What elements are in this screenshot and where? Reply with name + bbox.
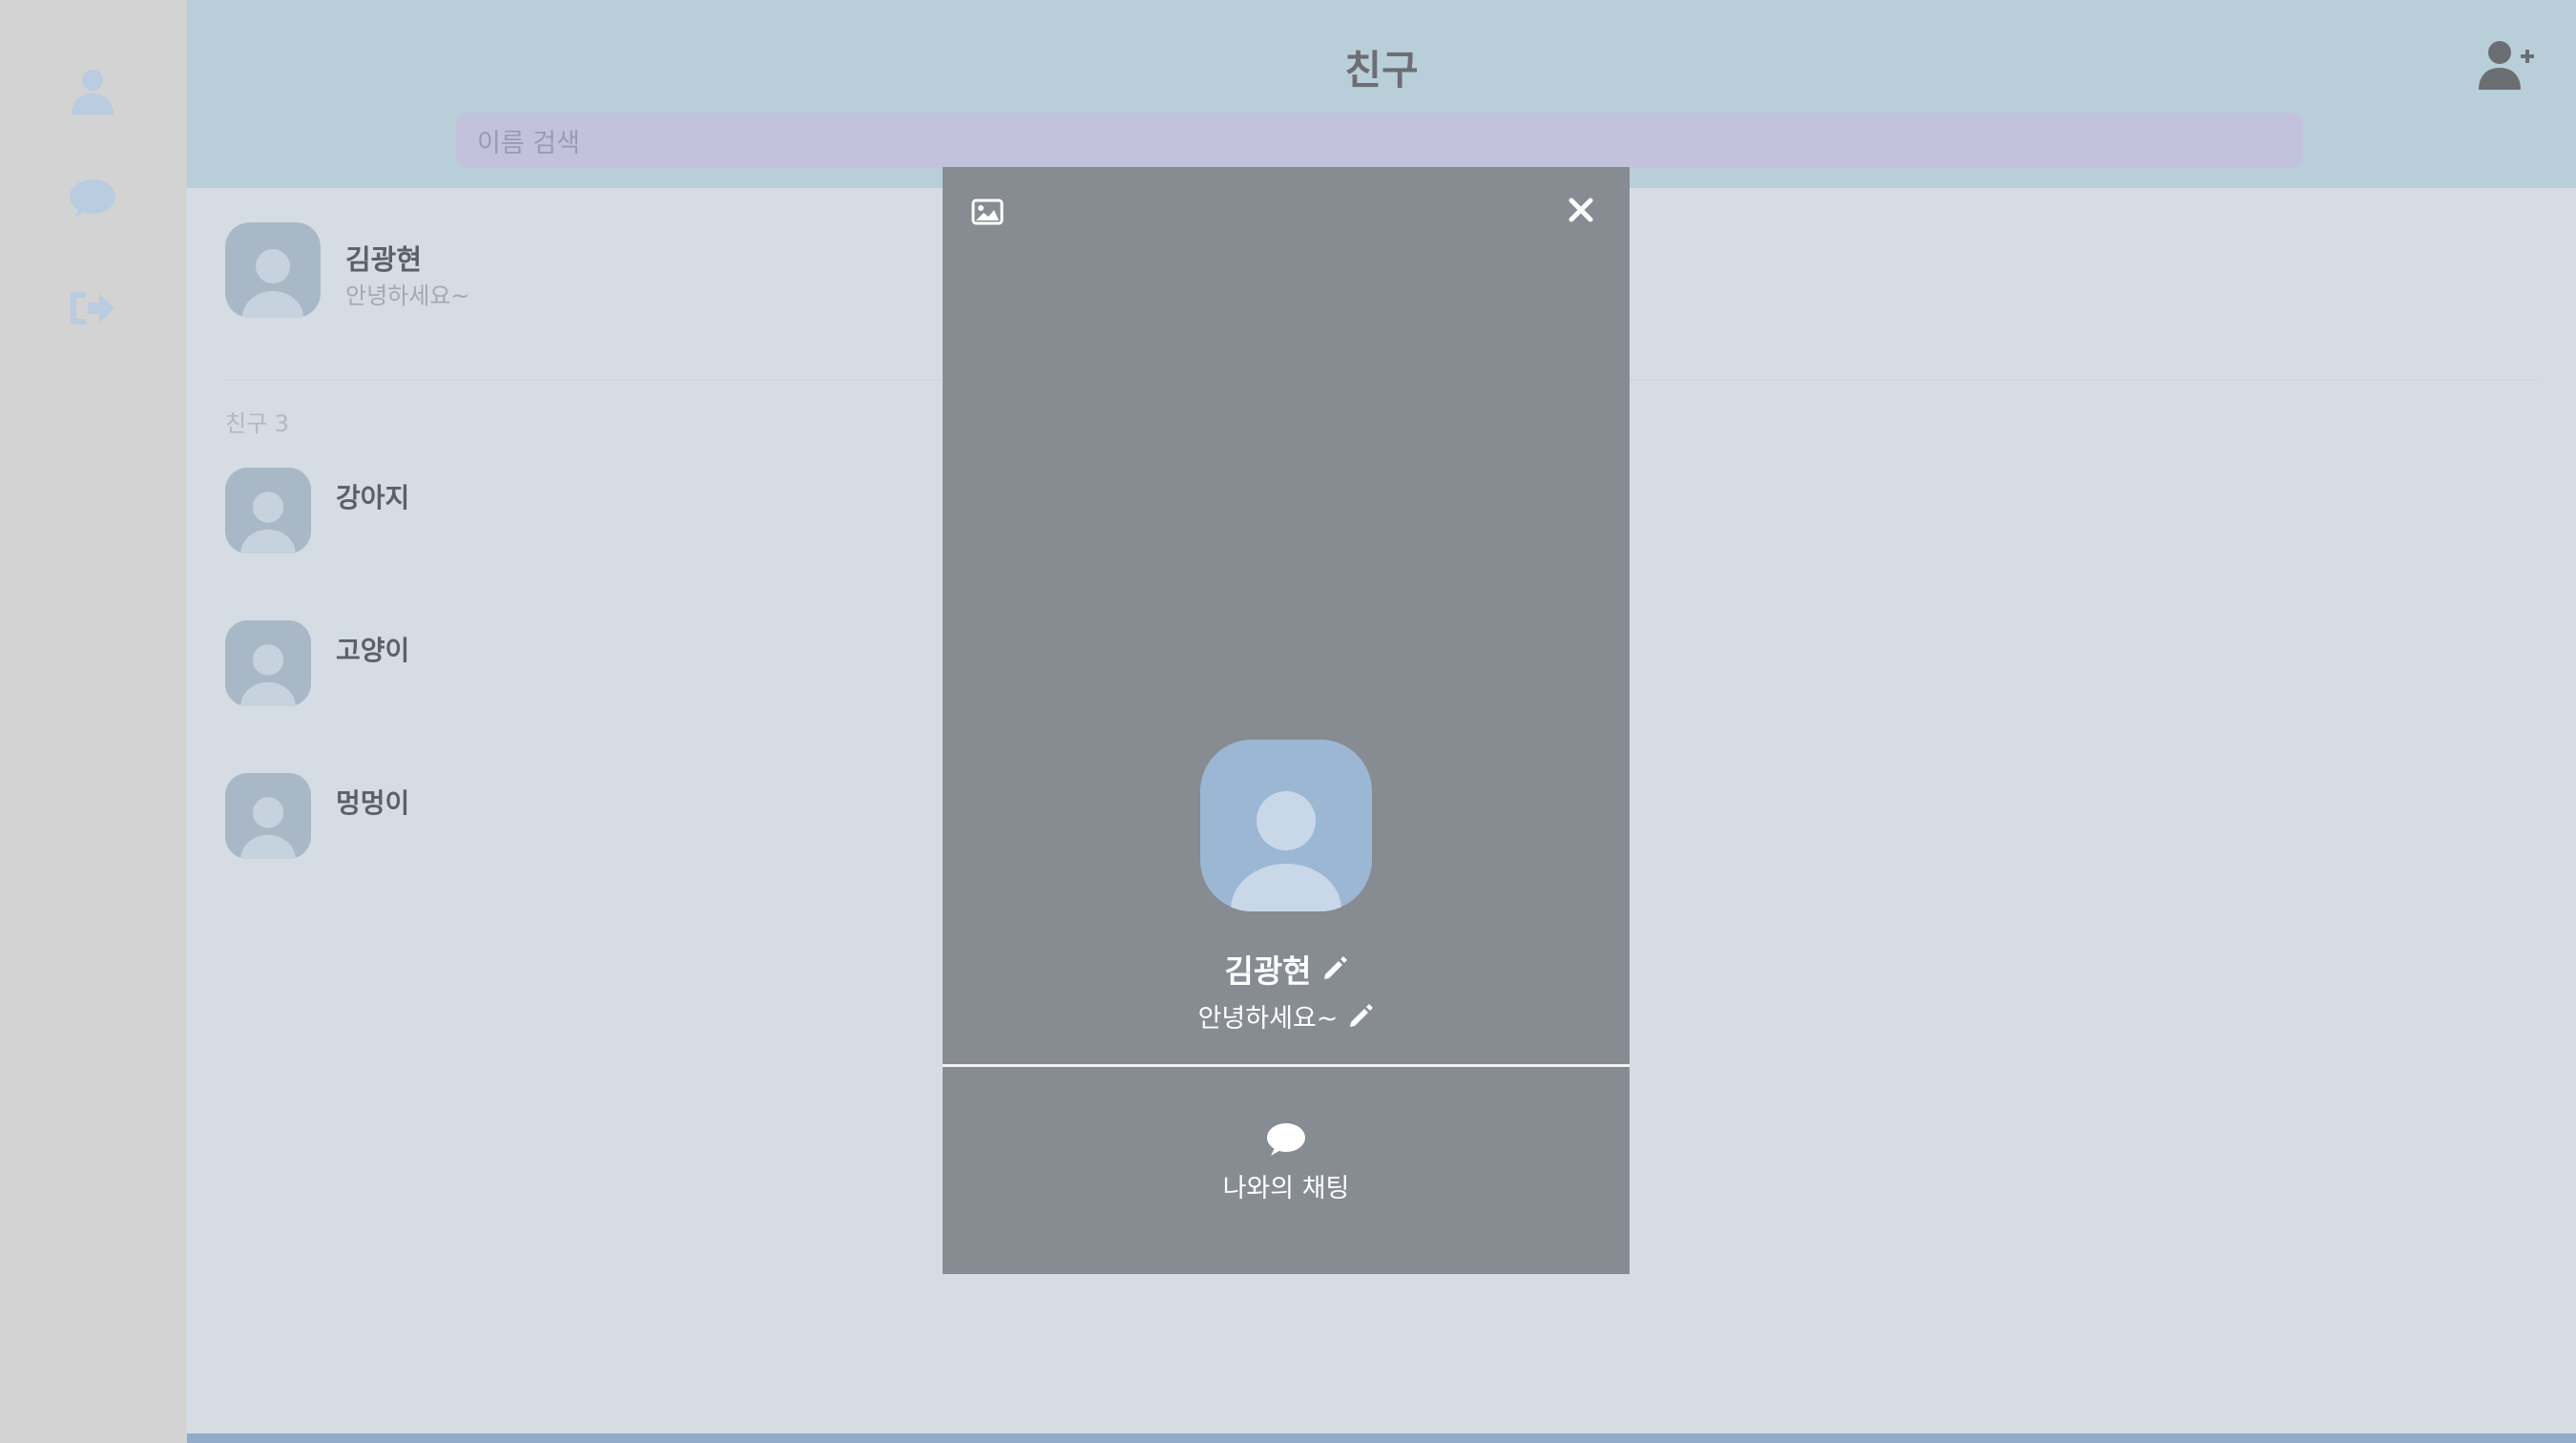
friend-name: 강아지 bbox=[336, 482, 410, 513]
friend-name: 고양이 bbox=[336, 635, 410, 666]
chat-bubble-icon bbox=[1267, 1123, 1305, 1156]
profile-cover: 김광현 안녕하세요~ bbox=[943, 167, 1630, 1064]
my-name: 김광현 bbox=[345, 243, 423, 276]
chat-bubble-icon[interactable] bbox=[59, 166, 126, 233]
profile-name-row: 김광현 bbox=[943, 946, 1630, 992]
sidebar bbox=[0, 0, 187, 1443]
user-plus-icon[interactable] bbox=[2477, 38, 2536, 92]
avatar bbox=[225, 468, 311, 554]
image-icon[interactable] bbox=[971, 198, 1004, 226]
profile-status-row: 안녕하세요~ bbox=[943, 997, 1630, 1035]
profile-status: 안녕하세요~ bbox=[1197, 1004, 1339, 1034]
close-icon[interactable] bbox=[1565, 194, 1597, 226]
page-title: 친구 bbox=[1344, 47, 1419, 94]
chat-with-me-button[interactable]: 나와의 채팅 bbox=[943, 1121, 1630, 1204]
user-icon[interactable] bbox=[59, 57, 126, 124]
avatar bbox=[225, 620, 311, 706]
sign-out-icon[interactable] bbox=[59, 275, 126, 342]
profile-avatar[interactable] bbox=[1200, 740, 1372, 911]
search-input[interactable]: 이름 검색 bbox=[456, 113, 2303, 168]
edit-name-pencil-icon[interactable] bbox=[1321, 955, 1348, 982]
avatar bbox=[225, 222, 321, 318]
edit-status-pencil-icon[interactable] bbox=[1347, 1003, 1374, 1030]
avatar bbox=[225, 773, 311, 859]
chat-with-me-label: 나와의 채팅 bbox=[1222, 1174, 1350, 1203]
profile-name: 김광현 bbox=[1224, 952, 1312, 990]
header: 친구 이름 검색 bbox=[187, 0, 2576, 188]
my-status: 안녕하세요~ bbox=[345, 282, 470, 309]
modal-divider bbox=[943, 1064, 1630, 1067]
bottom-border bbox=[187, 1433, 2576, 1443]
friend-name: 멍멍이 bbox=[336, 787, 410, 819]
friends-count-label: 친구 3 bbox=[225, 410, 290, 437]
profile-modal: 김광현 안녕하세요~ 나와의 채팅 bbox=[943, 167, 1630, 1274]
